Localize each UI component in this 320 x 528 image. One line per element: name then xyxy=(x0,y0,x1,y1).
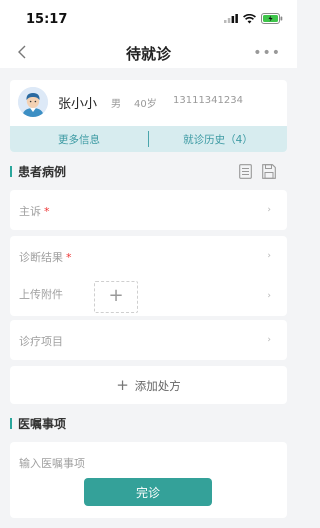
battery-icon xyxy=(261,13,283,24)
attachment-row[interactable]: 上传附件 + › xyxy=(10,276,287,316)
patient-tabs: 更多信息 就诊历史（4） xyxy=(10,126,287,152)
avatar-icon xyxy=(18,87,48,117)
patient-name: 张小小 xyxy=(58,97,98,112)
add-prescription-button[interactable]: + 添加处方 xyxy=(10,366,287,404)
section-actions xyxy=(239,163,276,179)
wifi-icon xyxy=(243,13,256,23)
more-options-icon[interactable]: ••• xyxy=(253,46,281,60)
visit-history-tab[interactable]: 就诊历史（4） xyxy=(149,132,287,147)
diagnosis-row[interactable]: 诊断结果 * › xyxy=(10,236,287,276)
signal-icon xyxy=(224,14,238,23)
complaint-row[interactable]: 主诉 * › xyxy=(10,190,287,230)
nav-bar: 待就诊 ••• xyxy=(0,40,297,68)
section-accent-bar xyxy=(10,417,12,429)
complaint-card[interactable]: 主诉 * › xyxy=(10,190,287,230)
status-time: 15:17 xyxy=(26,12,68,27)
save-icon[interactable] xyxy=(262,163,276,179)
patient-gender: 男 xyxy=(111,99,121,110)
required-mark: * xyxy=(66,251,72,264)
treatment-label: 诊疗项目 xyxy=(19,335,63,348)
chevron-right-icon: › xyxy=(267,335,271,345)
attachment-label: 上传附件 xyxy=(19,288,63,301)
plus-icon: + xyxy=(116,376,129,394)
treatment-row[interactable]: 诊疗项目 › xyxy=(10,320,287,360)
status-icons xyxy=(224,13,283,24)
chevron-right-icon: › xyxy=(267,291,271,301)
finish-visit-button[interactable]: 完诊 xyxy=(84,478,212,506)
diagnosis-card: 诊断结果 * › 上传附件 + › xyxy=(10,236,287,316)
complaint-label: 主诉 * xyxy=(19,205,50,218)
patient-age: 40岁 xyxy=(134,99,157,110)
patient-card: 张小小 男 40岁 13111341234 更多信息 就诊历史（4） xyxy=(10,80,287,152)
diagnosis-label: 诊断结果 * xyxy=(19,251,72,264)
advice-section-header: 医嘱事项 xyxy=(10,414,66,432)
advice-section-title: 医嘱事项 xyxy=(18,416,67,431)
patient-info: 张小小 男 40岁 13111341234 xyxy=(10,80,287,126)
chevron-right-icon: › xyxy=(267,251,271,261)
case-section-title: 患者病例 xyxy=(18,164,67,179)
avatar xyxy=(18,87,48,117)
advice-input[interactable]: 输入医嘱事项 xyxy=(19,455,85,471)
status-bar: 15:17 xyxy=(0,0,297,40)
add-prescription-label: 添加处方 xyxy=(134,379,181,393)
more-info-tab[interactable]: 更多信息 xyxy=(10,132,148,147)
patient-phone: 13111341234 xyxy=(173,95,243,106)
case-section-header: 患者病例 xyxy=(10,162,287,180)
treatment-card[interactable]: 诊疗项目 › xyxy=(10,320,287,360)
document-list-icon[interactable] xyxy=(239,163,252,179)
chevron-right-icon: › xyxy=(267,205,271,215)
required-mark: * xyxy=(44,205,50,218)
upload-add-button[interactable]: + xyxy=(94,281,138,313)
section-accent-bar xyxy=(10,165,12,177)
